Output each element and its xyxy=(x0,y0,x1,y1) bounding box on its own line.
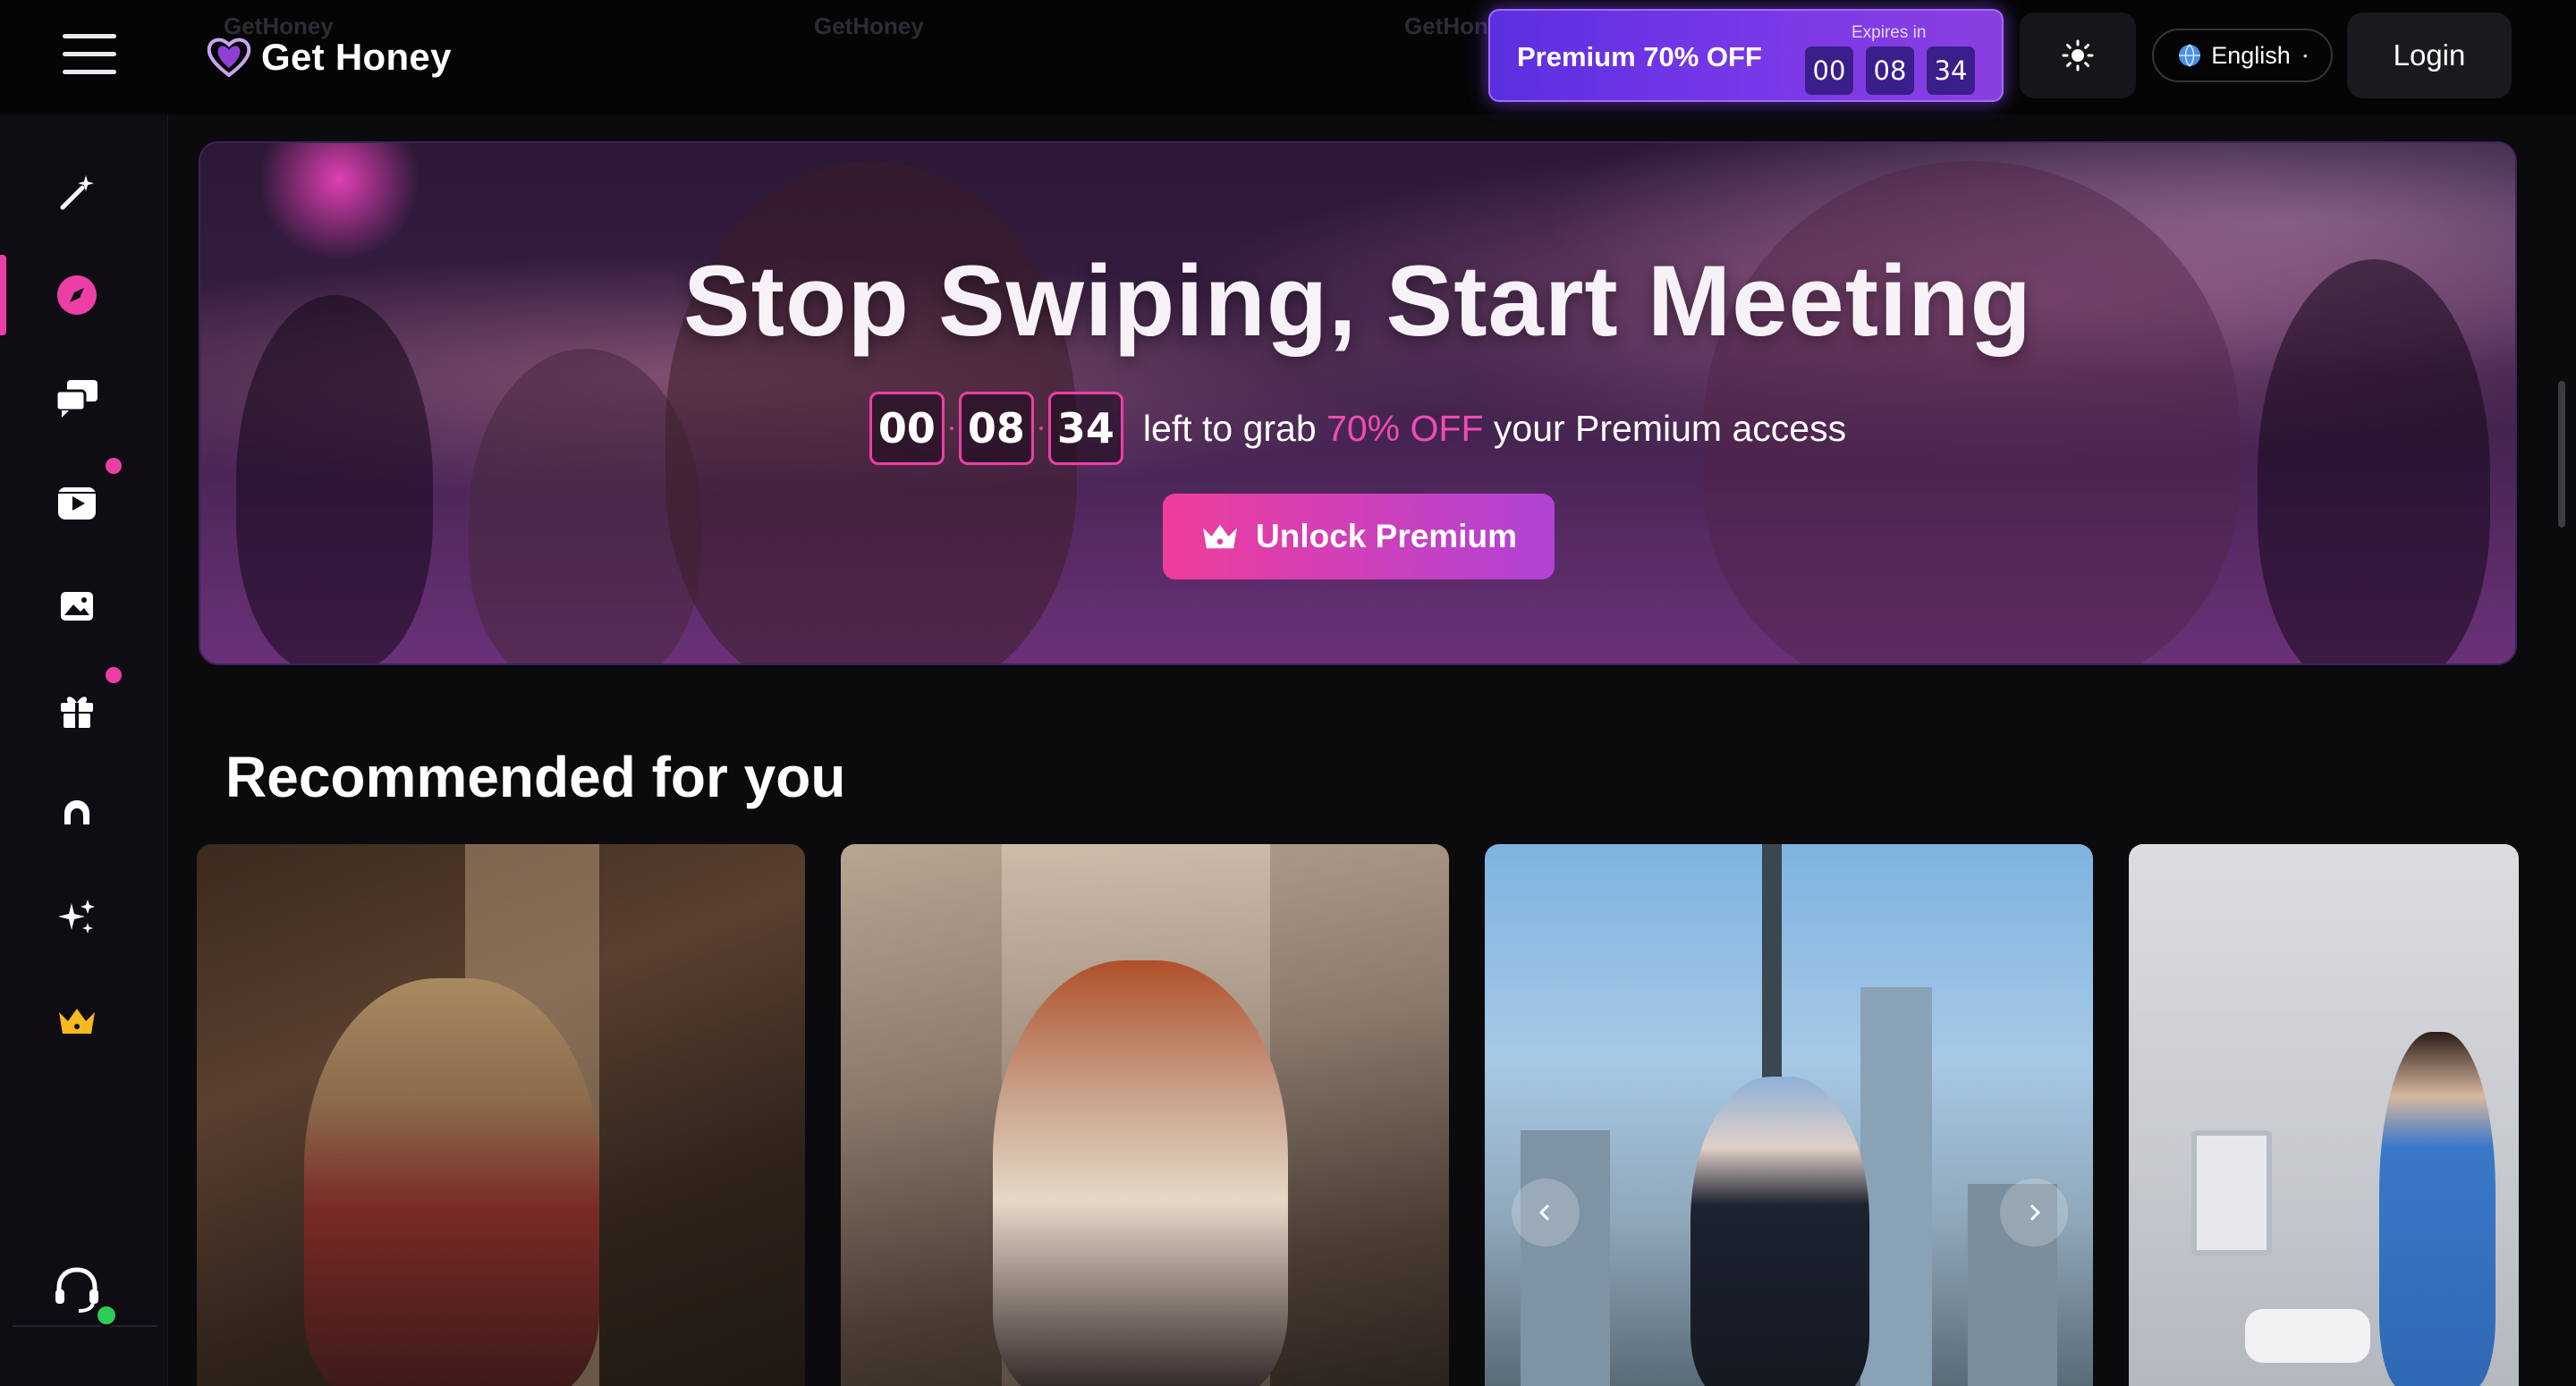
watermark: GetHon xyxy=(1404,13,1488,39)
promo-countdown: 00 08 34 xyxy=(1805,46,1975,95)
hero-title: Stop Swiping, Start Meeting xyxy=(683,245,2032,357)
notification-dot xyxy=(106,667,122,683)
sidebar-item-companions[interactable] xyxy=(48,785,106,842)
building xyxy=(1521,1130,1610,1386)
watermark: GetHoney xyxy=(814,13,924,39)
globe-icon xyxy=(2179,44,2201,67)
countdown-message: left to grab 70% OFF your Premium access xyxy=(1143,408,1846,450)
countdown-separator xyxy=(949,427,953,430)
profile-card[interactable] xyxy=(841,844,1449,1386)
chevron-left-icon xyxy=(1538,1204,1550,1221)
carousel-prev-button[interactable] xyxy=(1512,1179,1580,1247)
sparkles-icon xyxy=(58,900,95,934)
online-status-dot xyxy=(95,1304,118,1327)
premium-promo-banner[interactable]: Premium 70% OFF Expires in 00 08 34 xyxy=(1488,9,2004,102)
discount-highlight: 70% OFF xyxy=(1326,407,1484,449)
gift-icon xyxy=(61,697,93,728)
sidebar-divider xyxy=(13,1325,157,1327)
monitor xyxy=(2191,1130,2272,1255)
promo-seconds: 34 xyxy=(1927,46,1975,95)
hero-countdown: 00 08 34 left to grab 70% OFF your Premi… xyxy=(200,392,2515,465)
countdown-hours: 00 xyxy=(869,392,945,465)
language-selector[interactable]: English • xyxy=(2152,29,2333,82)
hero-banner: Stop Swiping, Start Meeting 00 08 34 lef… xyxy=(199,141,2517,665)
promo-hours: 00 xyxy=(1805,46,1853,95)
profile-card[interactable] xyxy=(197,844,805,1386)
promo-title: Premium 70% OFF xyxy=(1517,41,1762,72)
image-icon xyxy=(61,592,93,621)
sidebar-item-ai[interactable] xyxy=(48,889,106,946)
sidebar-item-chat[interactable] xyxy=(48,370,106,427)
promo-minutes: 08 xyxy=(1866,46,1914,95)
chevron-right-icon xyxy=(2029,1204,2041,1221)
sidebar-item-gifts[interactable] xyxy=(48,681,106,739)
profile-card[interactable] xyxy=(2129,844,2519,1386)
chat-icon xyxy=(55,380,97,418)
language-label: English xyxy=(2211,41,2291,69)
sun-icon xyxy=(2062,39,2094,72)
sidebar xyxy=(0,114,168,1386)
unlock-premium-button[interactable]: Unlock Premium xyxy=(1163,494,1555,579)
sidebar-item-premium[interactable] xyxy=(48,993,106,1050)
heart-logo-icon xyxy=(207,38,251,78)
crown-icon xyxy=(59,1009,95,1034)
countdown-separator xyxy=(1038,427,1043,430)
promo-expires-label: Expires in xyxy=(1852,23,1927,42)
crown-icon xyxy=(1203,524,1237,549)
video-icon xyxy=(58,487,96,520)
countdown-minutes: 08 xyxy=(958,392,1034,465)
section-title: Recommended for you xyxy=(225,745,846,809)
headset-icon xyxy=(55,1267,98,1313)
profile-card[interactable] xyxy=(1485,844,2093,1386)
countdown-text-before: left to grab xyxy=(1142,407,1317,449)
theme-toggle-button[interactable] xyxy=(2020,13,2136,98)
building xyxy=(1860,987,1932,1386)
active-indicator xyxy=(0,255,6,335)
sidebar-item-videos[interactable] xyxy=(48,474,106,531)
countdown-text-after: your Premium access xyxy=(1493,407,1847,449)
headphones-mask-icon xyxy=(64,800,89,824)
pillow xyxy=(2245,1309,2370,1363)
chevron-down-icon: • xyxy=(2302,48,2308,63)
carousel-next-button[interactable] xyxy=(2000,1179,2068,1247)
unlock-premium-label: Unlock Premium xyxy=(1256,518,1517,554)
logo-text: Get Honey xyxy=(261,36,452,78)
person-figure xyxy=(993,960,1288,1386)
person-figure xyxy=(304,978,599,1386)
countdown-seconds: 34 xyxy=(1047,392,1123,465)
sidebar-item-create[interactable] xyxy=(48,165,106,222)
login-button[interactable]: Login xyxy=(2347,13,2512,98)
person-figure xyxy=(1690,1077,1869,1386)
menu-icon[interactable] xyxy=(63,34,116,77)
compass-icon xyxy=(57,275,97,315)
notification-dot xyxy=(106,458,122,474)
top-bar: Get Honey GetHoney GetHoney GetHon Premi… xyxy=(0,0,2576,114)
sidebar-item-explore[interactable] xyxy=(48,266,106,324)
sidebar-item-gallery[interactable] xyxy=(48,578,106,635)
scrollbar-thumb[interactable] xyxy=(2558,381,2565,528)
magic-wand-icon xyxy=(60,175,94,210)
person-figure xyxy=(2379,1032,2496,1386)
watermark: GetHoney xyxy=(224,13,334,39)
